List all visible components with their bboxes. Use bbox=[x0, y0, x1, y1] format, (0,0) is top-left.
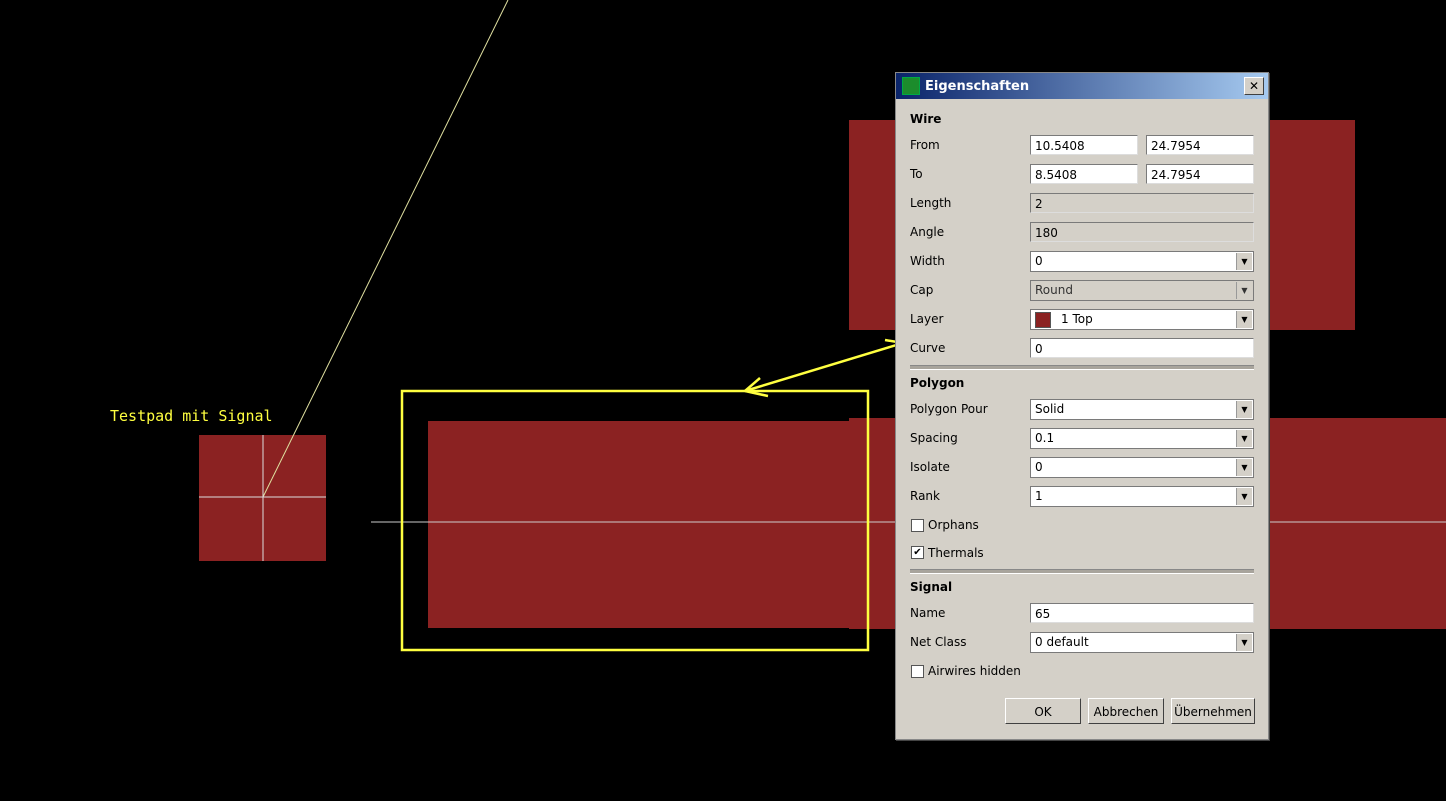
width-select[interactable]: 0 ▼ bbox=[1030, 251, 1254, 272]
chevron-down-icon: ▼ bbox=[1236, 282, 1252, 299]
angle-label: Angle bbox=[910, 225, 945, 239]
layer-color-swatch bbox=[1035, 311, 1051, 328]
chevron-down-icon[interactable]: ▼ bbox=[1236, 488, 1252, 505]
width-label: Width bbox=[910, 254, 945, 268]
ok-button[interactable]: OK bbox=[1005, 698, 1081, 724]
netclass-label: Net Class bbox=[910, 635, 967, 649]
cap-select: Round ▼ bbox=[1030, 280, 1254, 301]
signal-name-input[interactable]: 65 bbox=[1030, 603, 1254, 623]
rank-label: Rank bbox=[910, 489, 940, 503]
airwires-hidden-label: Airwires hidden bbox=[928, 664, 1021, 678]
isolate-select[interactable]: 0 ▼ bbox=[1030, 457, 1254, 478]
app-icon bbox=[902, 77, 920, 95]
to-y-input[interactable]: 24.7954 bbox=[1146, 164, 1254, 184]
thermals-label: Thermals bbox=[928, 546, 984, 560]
pour-value: Solid bbox=[1035, 402, 1065, 416]
chevron-down-icon[interactable]: ▼ bbox=[1236, 311, 1252, 328]
isolate-label: Isolate bbox=[910, 460, 950, 474]
from-x-input[interactable]: 10.5408 bbox=[1030, 135, 1138, 155]
polygon-heading: Polygon bbox=[910, 376, 965, 390]
to-x-input[interactable]: 8.5408 bbox=[1030, 164, 1138, 184]
from-y-input[interactable]: 24.7954 bbox=[1146, 135, 1254, 155]
dialog-title: Eigenschaften bbox=[925, 78, 1030, 94]
chevron-down-icon[interactable]: ▼ bbox=[1236, 459, 1252, 476]
close-button[interactable]: ✕ bbox=[1244, 77, 1264, 95]
curve-input[interactable]: 0 bbox=[1030, 338, 1254, 358]
chevron-down-icon[interactable]: ▼ bbox=[1236, 253, 1252, 270]
spacing-value: 0.1 bbox=[1035, 431, 1055, 445]
isolate-value: 0 bbox=[1035, 460, 1043, 474]
testpad-label: Testpad mit Signal bbox=[110, 407, 273, 425]
from-label: From bbox=[910, 138, 940, 152]
dialog-titlebar[interactable]: Eigenschaften ✕ bbox=[896, 73, 1268, 99]
airwires-hidden-checkbox[interactable] bbox=[911, 665, 924, 678]
length-field: 2 bbox=[1030, 193, 1254, 213]
signal-name-label: Name bbox=[910, 606, 946, 620]
spacing-label: Spacing bbox=[910, 431, 958, 445]
properties-dialog: Eigenschaften ✕ Wire From 10.5408 24.795… bbox=[895, 72, 1269, 740]
thermals-checkbox[interactable]: ✔ bbox=[911, 546, 924, 559]
netclass-value: 0 default bbox=[1035, 635, 1089, 649]
cap-value: Round bbox=[1035, 283, 1073, 297]
apply-button[interactable]: Übernehmen bbox=[1171, 698, 1255, 724]
orphans-checkbox[interactable] bbox=[911, 519, 924, 532]
airwire bbox=[262, 0, 509, 498]
chevron-down-icon[interactable]: ▼ bbox=[1236, 430, 1252, 447]
layer-value: 1 Top bbox=[1061, 312, 1093, 326]
highlight-box bbox=[400, 389, 870, 652]
layer-select[interactable]: 1 Top ▼ bbox=[1030, 309, 1254, 330]
length-label: Length bbox=[910, 196, 952, 210]
to-label: To bbox=[910, 167, 923, 181]
curve-label: Curve bbox=[910, 341, 946, 355]
separator bbox=[910, 365, 1254, 370]
width-value: 0 bbox=[1035, 254, 1043, 268]
angle-field: 180 bbox=[1030, 222, 1254, 242]
pour-select[interactable]: Solid ▼ bbox=[1030, 399, 1254, 420]
cap-label: Cap bbox=[910, 283, 934, 297]
rank-select[interactable]: 1 ▼ bbox=[1030, 486, 1254, 507]
spacing-select[interactable]: 0.1 ▼ bbox=[1030, 428, 1254, 449]
separator bbox=[910, 569, 1254, 574]
pour-label: Polygon Pour bbox=[910, 402, 988, 416]
annotation-arrow-icon bbox=[744, 338, 904, 398]
cancel-button[interactable]: Abbrechen bbox=[1088, 698, 1164, 724]
netclass-select[interactable]: 0 default ▼ bbox=[1030, 632, 1254, 653]
wire-heading: Wire bbox=[910, 112, 942, 126]
layer-label: Layer bbox=[910, 312, 944, 326]
rank-value: 1 bbox=[1035, 489, 1043, 503]
chevron-down-icon[interactable]: ▼ bbox=[1236, 634, 1252, 651]
chevron-down-icon[interactable]: ▼ bbox=[1236, 401, 1252, 418]
signal-heading: Signal bbox=[910, 580, 953, 594]
orphans-label: Orphans bbox=[928, 518, 979, 532]
